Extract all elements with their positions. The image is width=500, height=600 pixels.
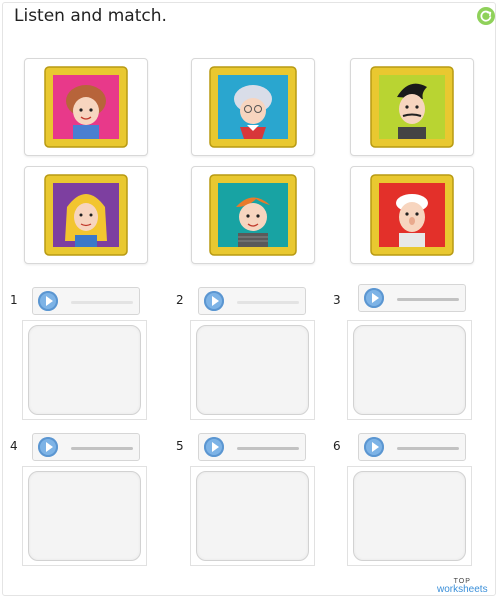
page-title: Listen and match. [14, 6, 167, 26]
girl-picture [44, 66, 128, 148]
grandpa-picture [370, 174, 454, 256]
drop-zone-5[interactable] [190, 466, 315, 566]
drop-slot[interactable] [196, 325, 309, 415]
drop-slot[interactable] [196, 471, 309, 561]
audio-progress-track[interactable] [397, 447, 459, 450]
audio-progress-track[interactable] [237, 301, 299, 304]
play-icon[interactable] [364, 437, 384, 457]
audio-progress-track[interactable] [71, 447, 133, 450]
item-number-2: 2 [176, 293, 184, 307]
item-number-3: 3 [333, 293, 341, 307]
item-number-1: 1 [10, 293, 18, 307]
drop-zone-6[interactable] [347, 466, 472, 566]
item-number-5: 5 [176, 439, 184, 453]
drop-slot[interactable] [353, 471, 466, 561]
boy-picture [209, 174, 297, 256]
play-icon[interactable] [204, 437, 224, 457]
drop-zone-1[interactable] [22, 320, 147, 420]
grandma-picture [209, 66, 297, 148]
drop-slot[interactable] [28, 471, 141, 561]
audio-player-6 [358, 433, 466, 461]
drop-slot[interactable] [28, 325, 141, 415]
woman-picture [44, 174, 128, 256]
item-number-6: 6 [333, 439, 341, 453]
drop-zone-3[interactable] [347, 320, 472, 420]
audio-player-2 [198, 287, 306, 315]
picture-card-woman[interactable] [24, 166, 148, 264]
drop-zone-2[interactable] [190, 320, 315, 420]
play-icon[interactable] [38, 437, 58, 457]
picture-card-boy[interactable] [191, 166, 315, 264]
brand-logo-name: worksheets [437, 584, 488, 595]
audio-progress-track[interactable] [237, 447, 299, 450]
audio-player-1 [32, 287, 140, 315]
refresh-icon [480, 10, 492, 22]
item-number-4: 4 [10, 439, 18, 453]
audio-player-4 [32, 433, 140, 461]
audio-progress-track[interactable] [397, 298, 459, 301]
audio-player-3 [358, 284, 466, 312]
drop-slot[interactable] [353, 325, 466, 415]
picture-card-girl[interactable] [24, 58, 148, 156]
audio-player-5 [198, 433, 306, 461]
reset-button[interactable] [477, 7, 495, 25]
play-icon[interactable] [364, 288, 384, 308]
man-picture [370, 66, 454, 148]
picture-card-grandma[interactable] [191, 58, 315, 156]
play-icon[interactable] [204, 291, 224, 311]
picture-card-grandpa[interactable] [350, 166, 474, 264]
picture-card-man[interactable] [350, 58, 474, 156]
drop-zone-4[interactable] [22, 466, 147, 566]
brand-logo: TOP worksheets [437, 578, 488, 595]
audio-progress-track[interactable] [71, 301, 133, 304]
play-icon[interactable] [38, 291, 58, 311]
